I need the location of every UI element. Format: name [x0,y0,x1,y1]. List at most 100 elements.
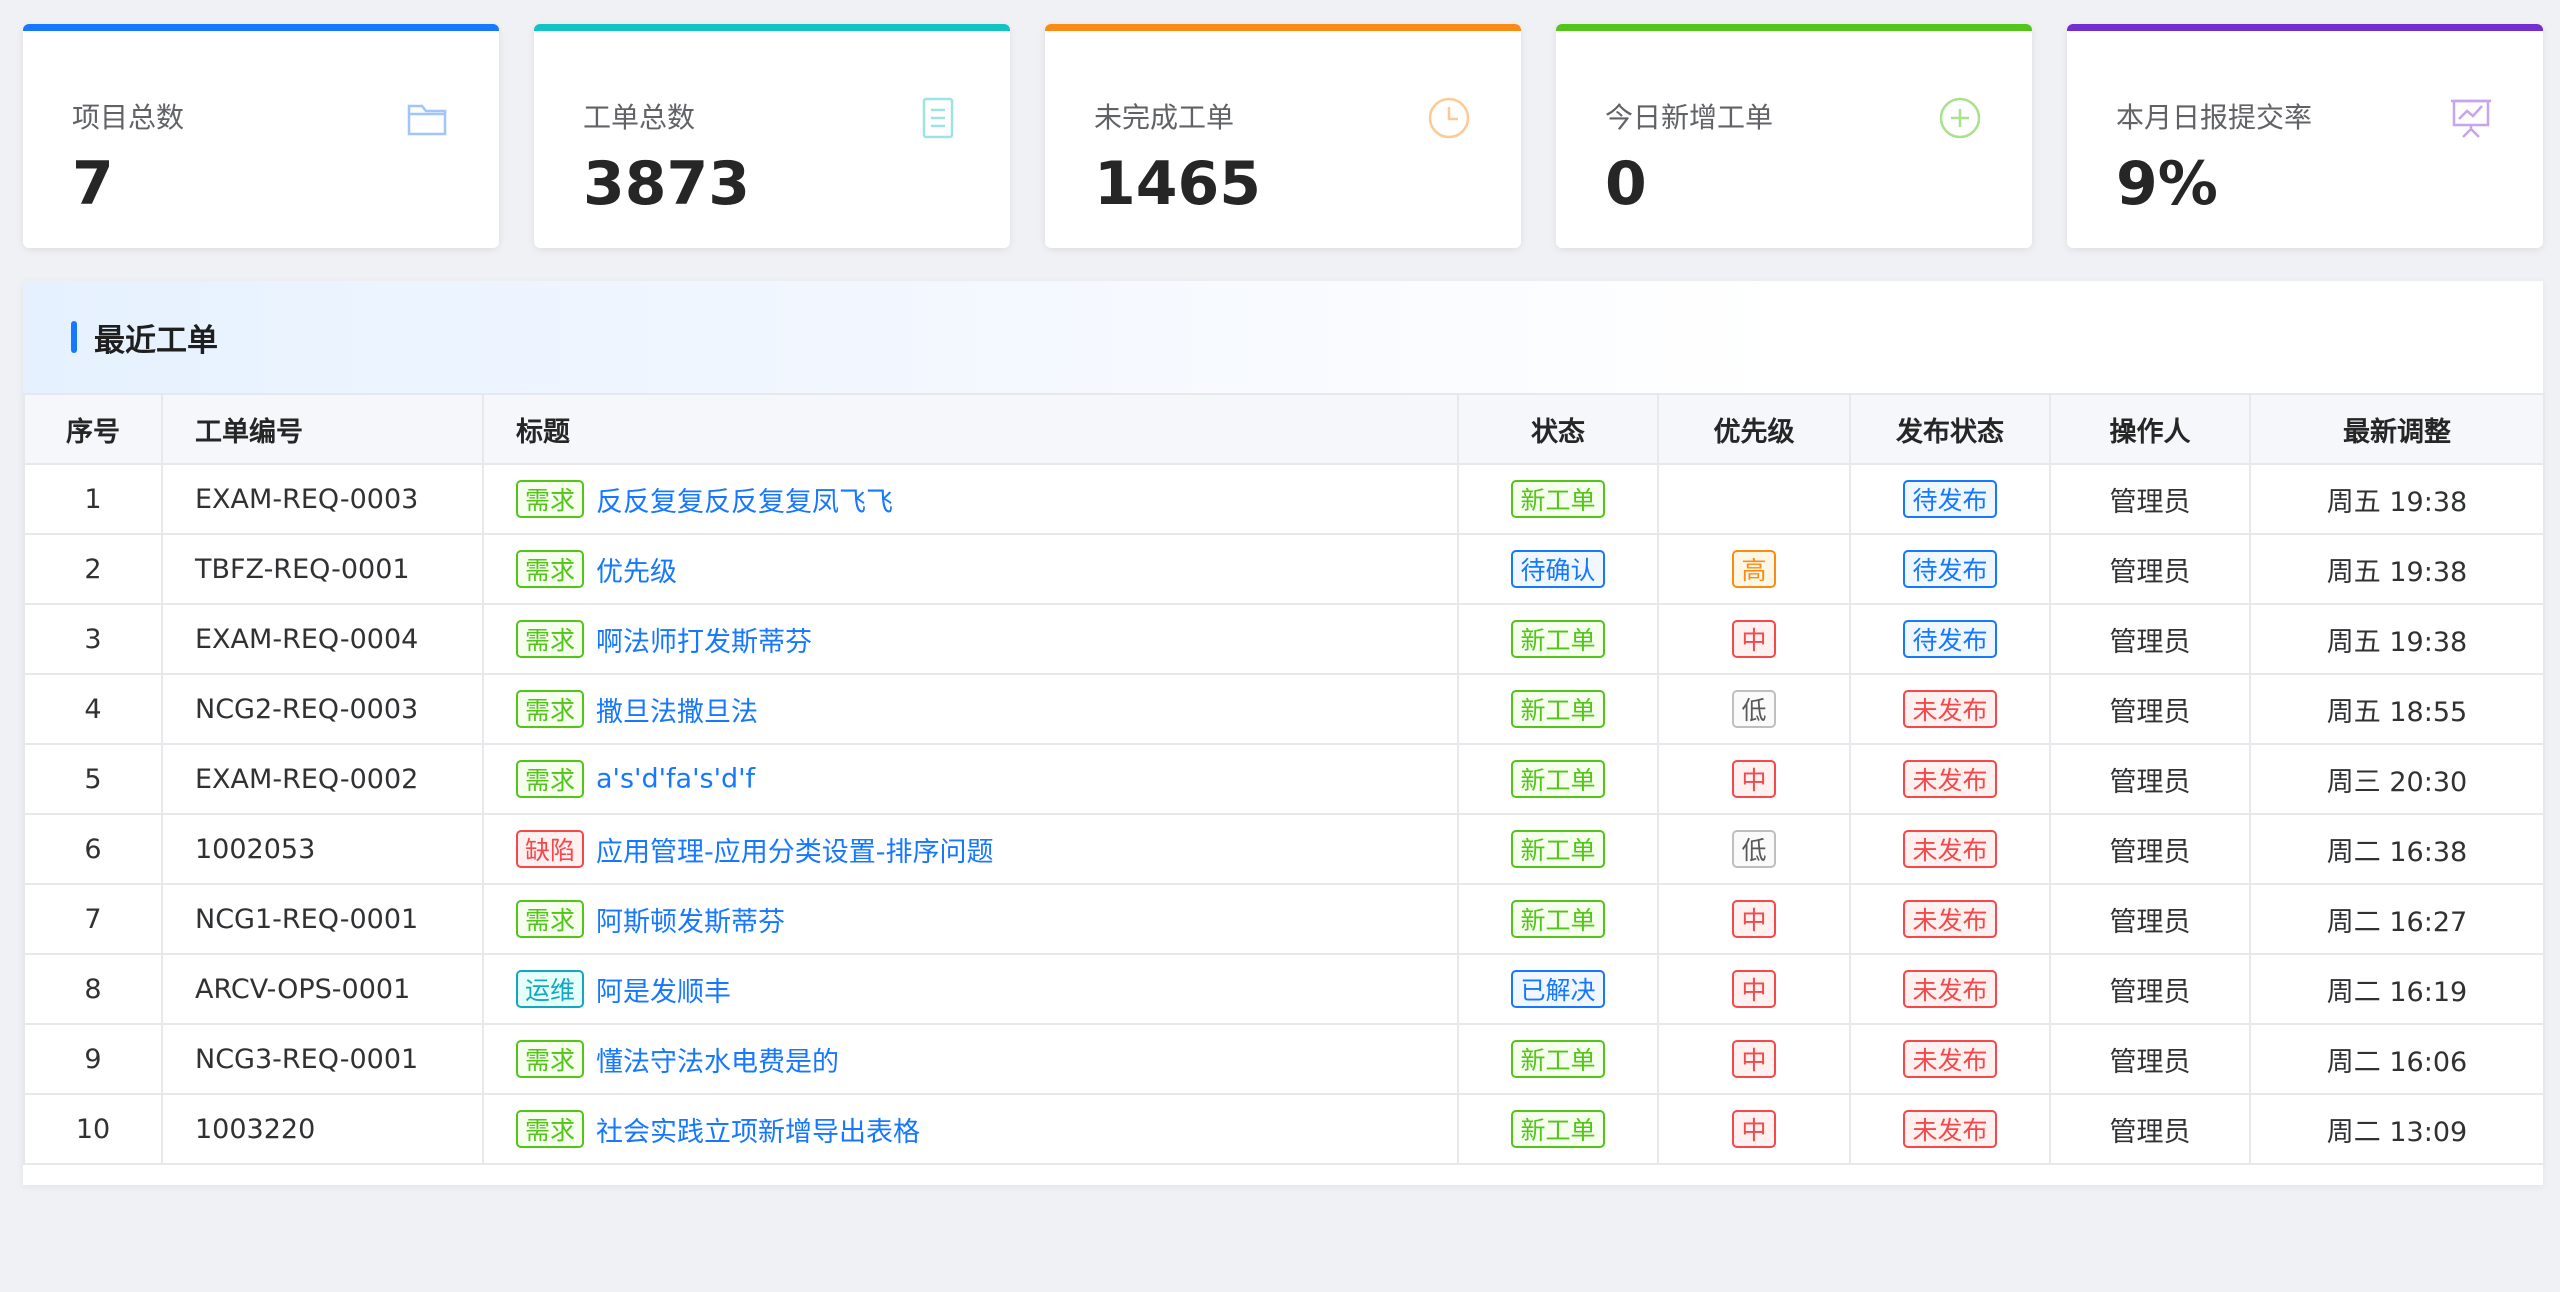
publish-cell: 未发布 [1849,1093,2051,1165]
row-index: 6 [23,813,163,885]
publish-status-tag: 未发布 [1903,760,1997,798]
ticket-type-tag: 需求 [516,760,585,798]
operator: 管理员 [2049,603,2251,675]
updated-time: 周五 19:38 [2249,463,2545,535]
table-row[interactable]: 5 EXAM-REQ-0002 需求 a's'd'fa's'd'f 新工单 中 未发布 管理员… [23,743,2545,815]
recent-tickets-table: 序号 工单编号 标题 状态 优先级 发布状态 操作人 最新调整 1 EXAM-RE… [23,393,2545,1165]
title-cell: 需求 阿斯顿发斯蒂芬 [482,883,1459,955]
publish-cell: 未发布 [1849,953,2051,1025]
table-row[interactable]: 4 NCG2-REQ-0003 需求 撒旦法撒旦法 新工单低未发布 管理员 周五 18:55 [23,673,2545,745]
status-tag: 新工单 [1511,1110,1605,1148]
stat-accent-bar [1045,24,1521,31]
priority-tag: 中 [1732,1040,1776,1078]
updated-time: 周二 16:27 [2249,883,2545,955]
ticket-code: NCG1-REQ-0001 [161,883,484,955]
table-row[interactable]: 7 NCG1-REQ-0001 需求 阿斯顿发斯蒂芬 新工单中未发布 管理员 周二 16:2… [23,883,2545,955]
ticket-type-tag: 需求 [516,1110,585,1148]
status-cell: 新工单 [1457,743,1659,815]
stat-value: 0 [1605,149,1647,219]
status-tag: 新工单 [1511,620,1605,658]
updated-time: 周二 13:09 [2249,1093,2545,1165]
ticket-code: EXAM-REQ-0002 [161,743,484,815]
ticket-code: ARCV-OPS-0001 [161,953,484,1025]
status-tag: 新工单 [1511,830,1605,868]
ticket-title-link[interactable]: 反反复复反反复复凤飞飞 [596,487,893,518]
title-accent-bar [71,321,77,353]
publish-status-tag: 待发布 [1903,480,1997,518]
stat-card-today-new: 今日新增工单 0 [1556,24,2032,248]
publish-cell: 未发布 [1849,813,2051,885]
table-row[interactable]: 6 1002053 缺陷 应用管理-应用分类设置-排序问题 新工单低未发布 管理员 周二 1… [23,813,2545,885]
ticket-code: NCG3-REQ-0001 [161,1023,484,1095]
status-cell: 新工单 [1457,673,1659,745]
operator: 管理员 [2049,673,2251,745]
status-cell: 新工单 [1457,813,1659,885]
priority-cell: 低 [1657,813,1851,885]
panel-header: 最近工单 [23,281,2543,393]
publish-status-tag: 未发布 [1903,1110,1997,1148]
stat-accent-bar [2067,24,2543,31]
stat-accent-bar [1556,24,2032,31]
operator: 管理员 [2049,883,2251,955]
publish-status-tag: 未发布 [1903,830,1997,868]
ticket-title-link[interactable]: 懂法守法水电费是的 [596,1047,839,1078]
ticket-code: NCG2-REQ-0003 [161,673,484,745]
stats-row: 项目总数 7 工单总数 3873 未完成工单 1465 今日新增工单 0 本月日… [23,24,2543,248]
ticket-type-tag: 需求 [516,620,585,658]
row-index: 4 [23,673,163,745]
stat-card-report-rate: 本月日报提交率 9% [2067,24,2543,248]
stat-accent-bar [23,24,499,31]
publish-cell: 未发布 [1849,743,2051,815]
table-row[interactable]: 1 EXAM-REQ-0003 需求 反反复复反反复复凤飞飞 新工单 待发布 管理员 周五 1… [23,463,2545,535]
clock-icon [1428,97,1470,139]
title-cell: 需求 优先级 [482,533,1459,605]
status-tag: 新工单 [1511,690,1605,728]
row-index: 8 [23,953,163,1025]
col-header-updated: 最新调整 [2249,393,2545,465]
ticket-title-link[interactable]: 优先级 [596,557,677,588]
title-cell: 需求 a's'd'fa's'd'f [482,743,1459,815]
publish-status-tag: 待发布 [1903,620,1997,658]
ticket-title-link[interactable]: 应用管理-应用分类设置-排序问题 [596,837,994,868]
table-row[interactable]: 3 EXAM-REQ-0004 需求 啊法师打发斯蒂芬 新工单中待发布 管理员 周五 19:… [23,603,2545,675]
ticket-code: EXAM-REQ-0003 [161,463,484,535]
status-tag: 新工单 [1511,1040,1605,1078]
operator: 管理员 [2049,813,2251,885]
title-cell: 需求 懂法守法水电费是的 [482,1023,1459,1095]
status-cell: 已解决 [1457,953,1659,1025]
operator: 管理员 [2049,743,2251,815]
table-row[interactable]: 10 1003220 需求 社会实践立项新增导出表格 新工单中未发布 管理员 周二 13:0… [23,1093,2545,1165]
ticket-title-link[interactable]: 阿斯顿发斯蒂芬 [596,907,785,938]
ticket-title-link[interactable]: 撒旦法撒旦法 [596,697,758,728]
priority-tag: 中 [1732,970,1776,1008]
updated-time: 周三 20:30 [2249,743,2545,815]
ticket-type-tag: 缺陷 [516,830,585,868]
priority-cell: 中 [1657,1093,1851,1165]
table-row[interactable]: 9 NCG3-REQ-0001 需求 懂法守法水电费是的 新工单中未发布 管理员 周二 16… [23,1023,2545,1095]
stat-card-tickets: 工单总数 3873 [534,24,1010,248]
title-cell: 缺陷 应用管理-应用分类设置-排序问题 [482,813,1459,885]
ticket-title-link[interactable]: a's'd'fa's'd'f [596,764,755,795]
priority-cell: 中 [1657,883,1851,955]
ticket-type-tag: 运维 [516,970,585,1008]
status-cell: 新工单 [1457,463,1659,535]
status-tag: 已解决 [1511,970,1605,1008]
row-index: 3 [23,603,163,675]
ticket-title-link[interactable]: 阿是发顺丰 [596,977,731,1008]
table-row[interactable]: 2 TBFZ-REQ-0001 需求 优先级 待确认高待发布 管理员 周五 19:38 [23,533,2545,605]
priority-tag: 低 [1732,830,1776,868]
row-index: 7 [23,883,163,955]
operator: 管理员 [2049,463,2251,535]
priority-tag: 低 [1732,690,1776,728]
row-index: 9 [23,1023,163,1095]
publish-cell: 未发布 [1849,883,2051,955]
updated-time: 周五 18:55 [2249,673,2545,745]
status-cell: 新工单 [1457,1093,1659,1165]
ticket-title-link[interactable]: 社会实践立项新增导出表格 [596,1117,920,1148]
updated-time: 周五 19:38 [2249,603,2545,675]
recent-tickets-panel: 最近工单 序号 工单编号 标题 状态 优先级 发布状态 操作人 最新调整 1 E… [23,281,2545,1185]
stat-value: 3873 [583,149,750,219]
ticket-title-link[interactable]: 啊法师打发斯蒂芬 [596,627,812,658]
table-row[interactable]: 8 ARCV-OPS-0001 运维 阿是发顺丰 已解决中未发布 管理员 周二 16:19 [23,953,2545,1025]
ticket-type-tag: 需求 [516,1040,585,1078]
